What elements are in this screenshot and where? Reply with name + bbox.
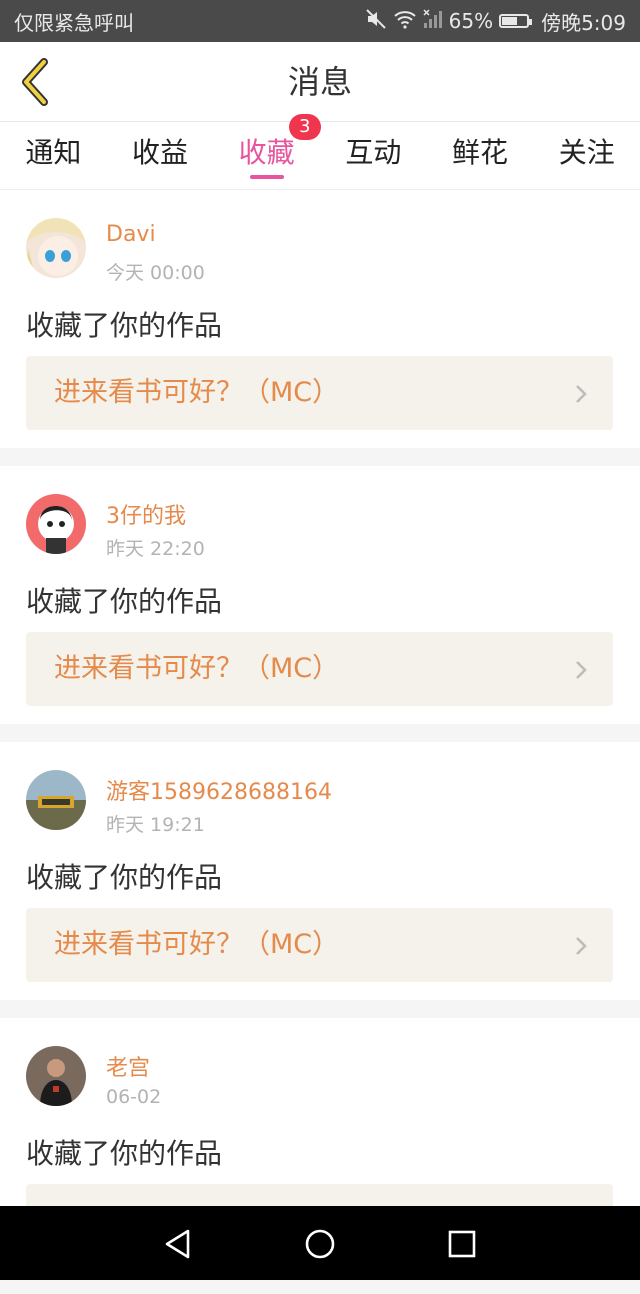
- app-header: 消息: [0, 42, 640, 122]
- action-text: 收藏了你的作品: [26, 309, 223, 342]
- avatar[interactable]: [26, 218, 86, 278]
- avatar[interactable]: [26, 1046, 86, 1106]
- carrier-text: 仅限紧急呼叫: [14, 10, 134, 35]
- timestamp: 今天 00:00: [106, 262, 205, 284]
- tab-label: 收益: [132, 136, 189, 169]
- tab-earnings[interactable]: 收益: [107, 122, 214, 189]
- tab-favorites[interactable]: 收藏 3: [213, 114, 321, 189]
- unread-badge: 3: [288, 114, 321, 140]
- active-tab-indicator: [249, 175, 284, 179]
- timestamp: 06-02: [106, 1086, 162, 1108]
- tab-interactions[interactable]: 互动: [320, 122, 427, 189]
- username[interactable]: 游客1589628688164: [106, 774, 332, 806]
- message-card: 3仔的我 昨天 22:20 收藏了你的作品 进来看书可好？（MC）: [0, 466, 640, 724]
- nav-home-button[interactable]: [302, 1226, 338, 1262]
- chevron-right-icon: [576, 385, 587, 403]
- work-title: 进来看书可好？（MC）: [54, 653, 340, 684]
- tab-follows[interactable]: 关注: [533, 122, 640, 189]
- mute-icon: [365, 8, 387, 35]
- tab-label: 互动: [345, 136, 402, 169]
- message-card: Davi 今天 00:00 收藏了你的作品 进来看书可好？（MC）: [0, 190, 640, 448]
- nav-recents-button[interactable]: [444, 1226, 480, 1262]
- tab-flowers[interactable]: 鲜花: [427, 122, 534, 189]
- photo-avatar-icon: [26, 1046, 86, 1106]
- work-link[interactable]: 进来看书可好？（MC）: [26, 356, 613, 430]
- system-nav-bar: [0, 1206, 640, 1280]
- action-text: 收藏了你的作品: [26, 861, 223, 894]
- anime-girl-avatar-icon: [26, 218, 86, 278]
- tab-label: 鲜花: [452, 136, 509, 169]
- tab-bar: 通知 收益 收藏 3 互动 鲜花 关注: [0, 114, 640, 190]
- username[interactable]: Davi: [106, 222, 156, 247]
- chevron-right-icon: [576, 937, 587, 955]
- game-avatar-icon: [26, 770, 86, 830]
- avatar[interactable]: [26, 494, 86, 554]
- action-text: 收藏了你的作品: [26, 1137, 223, 1170]
- username[interactable]: 老宫: [106, 1050, 150, 1082]
- tab-notifications[interactable]: 通知: [0, 122, 107, 189]
- work-link[interactable]: 进来看书可好？（MC）: [26, 908, 613, 982]
- clock: 傍晚5:09: [541, 10, 626, 35]
- status-icons: 65% 傍晚5:09: [365, 7, 626, 36]
- message-list: Davi 今天 00:00 收藏了你的作品 进来看书可好？（MC） 3仔的我 昨…: [0, 190, 640, 1294]
- username[interactable]: 3仔的我: [106, 498, 186, 530]
- work-title: 进来看书可好？（MC）: [54, 377, 340, 408]
- page-title: 消息: [287, 63, 352, 101]
- timestamp: 昨天 19:21: [106, 814, 205, 836]
- avatar[interactable]: [26, 770, 86, 830]
- status-bar: 仅限紧急呼叫 65% 傍晚5:09: [0, 0, 640, 42]
- nav-back-button[interactable]: [160, 1226, 196, 1262]
- tab-label: 收藏: [238, 136, 295, 169]
- back-triangle-icon: [165, 1229, 190, 1259]
- recents-square-icon: [448, 1230, 476, 1258]
- tab-label: 通知: [25, 136, 82, 169]
- cartoon-avatar-icon: [26, 494, 86, 554]
- wifi-icon: [393, 9, 417, 34]
- chevron-right-icon: [576, 661, 587, 679]
- work-title: 进来看书可好？（MC）: [54, 929, 340, 960]
- tab-label: 关注: [558, 136, 615, 169]
- timestamp: 昨天 22:20: [106, 538, 205, 560]
- battery-icon: [499, 14, 533, 28]
- message-card: 游客1589628688164 昨天 19:21 收藏了你的作品 进来看书可好？…: [0, 742, 640, 1000]
- action-text: 收藏了你的作品: [26, 585, 223, 618]
- battery-percent: 65%: [448, 9, 494, 33]
- work-link[interactable]: 进来看书可好？（MC）: [26, 632, 613, 706]
- home-circle-icon: [305, 1229, 335, 1259]
- battery-level: [502, 17, 518, 25]
- signal-icon: [423, 8, 443, 34]
